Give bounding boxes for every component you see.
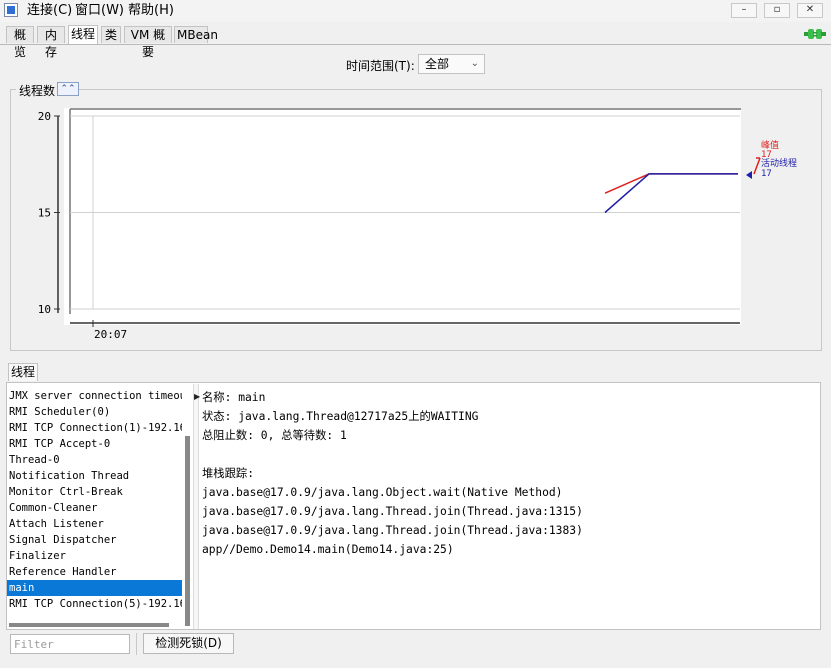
thread-count-chart: 20151020:07峰值17活动线程17: [38, 108, 797, 341]
split-pane-divider[interactable]: [193, 384, 199, 629]
y-tick-label: 10: [38, 303, 51, 316]
thread-list-item[interactable]: Monitor Ctrl-Break: [7, 484, 182, 500]
thread-list-item[interactable]: RMI TCP Accept-0: [7, 436, 182, 452]
legend-value: 17: [761, 169, 772, 179]
horizontal-scroll-thumb[interactable]: [9, 623, 169, 627]
x-tick-label: 20:07: [94, 328, 127, 341]
threads-section-tab[interactable]: 线程: [8, 363, 38, 381]
detect-deadlock-button[interactable]: 检测死锁(D): [143, 633, 234, 654]
legend-name: 活动线程: [761, 157, 797, 169]
plot-area: [64, 108, 741, 325]
detail-line: 状态: java.lang.Thread@12717a25上的WAITING: [202, 410, 479, 423]
thread-list-item[interactable]: Finalizer: [7, 548, 182, 564]
thread-list-item[interactable]: Thread-0: [7, 452, 182, 468]
thread-list-item[interactable]: RMI Scheduler(0): [7, 404, 182, 420]
thread-list[interactable]: JMX server connection timeout RMI Schedul…: [7, 388, 182, 616]
thread-list-item[interactable]: Notification Thread: [7, 468, 182, 484]
vertical-scroll-thumb[interactable]: [185, 436, 190, 626]
detail-line: 总阻止数: 0, 总等待数: 1: [202, 429, 347, 442]
detail-line: app//Demo.Demo14.main(Demo14.java:25): [202, 543, 454, 556]
thread-list-item[interactable]: Common-Cleaner: [7, 500, 182, 516]
detail-line: java.base@17.0.9/java.lang.Thread.join(T…: [202, 505, 583, 518]
y-tick-label: 20: [38, 110, 51, 123]
legend-pointer-peak: [753, 157, 761, 175]
thread-list-item[interactable]: Signal Dispatcher: [7, 532, 182, 548]
thread-list-item[interactable]: JMX server connection timeout: [7, 388, 182, 404]
thread-list-item[interactable]: main: [7, 580, 182, 596]
detail-line: java.base@17.0.9/java.lang.Thread.join(T…: [202, 524, 583, 537]
detail-line: 名称: main: [202, 391, 266, 404]
thread-list-item[interactable]: RMI TCP Connection(5)-192.168.: [7, 596, 182, 612]
thread-list-item[interactable]: Reference Handler: [7, 564, 182, 580]
detail-line: [202, 446, 812, 465]
legend-pointer-live-icon: [746, 171, 752, 179]
splitter-arrow-icon[interactable]: ▶: [194, 392, 200, 401]
thread-list-item[interactable]: RMI TCP Connection(1)-192.168.: [7, 420, 182, 436]
filter-input[interactable]: [10, 634, 130, 654]
detail-line: java.base@17.0.9/java.lang.Object.wait(N…: [202, 486, 563, 499]
detail-line: 堆栈跟踪:: [202, 467, 254, 480]
thread-detail: 名称: main 状态: java.lang.Thread@12717a25上的W…: [202, 389, 812, 560]
thread-list-item[interactable]: Attach Listener: [7, 516, 182, 532]
toolbar-separator: [136, 633, 137, 655]
y-tick-label: 15: [38, 207, 51, 220]
